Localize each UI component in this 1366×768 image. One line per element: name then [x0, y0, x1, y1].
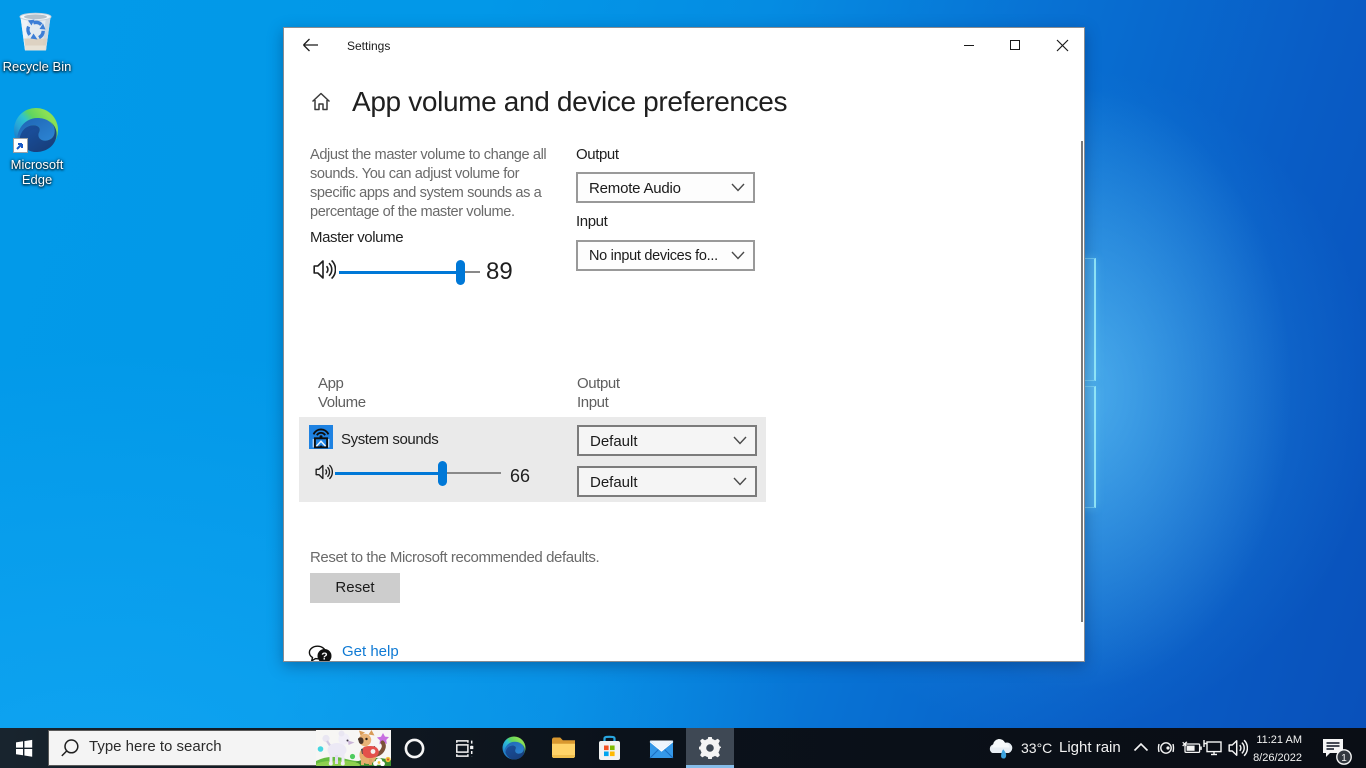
svg-text:1: 1: [1341, 753, 1347, 764]
svg-text:?: ?: [321, 651, 327, 662]
